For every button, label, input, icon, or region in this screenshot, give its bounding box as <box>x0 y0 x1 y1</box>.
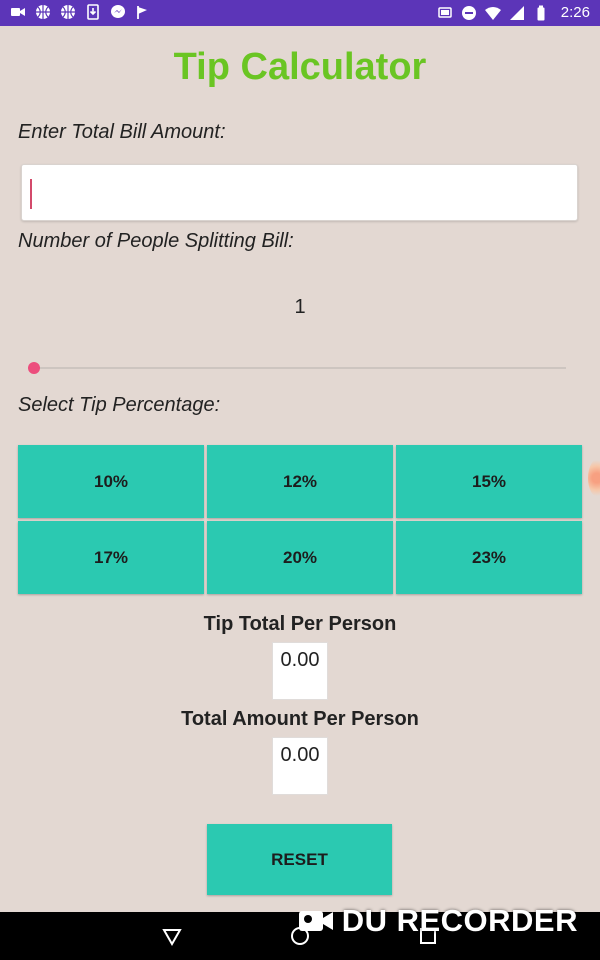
people-label: Number of People Splitting Bill: <box>18 230 294 252</box>
basketball-icon <box>61 5 75 19</box>
battery-icon <box>537 5 545 20</box>
tip-15-button[interactable]: 15% <box>396 445 582 518</box>
messenger-icon <box>111 5 125 18</box>
app-title: Tip Calculator <box>173 46 427 88</box>
do-not-disturb-icon <box>461 5 476 20</box>
basketball-icon <box>36 5 50 19</box>
status-time: 2:26 <box>560 4 590 21</box>
tip-20-button[interactable]: 20% <box>207 521 393 594</box>
people-slider-thumb[interactable] <box>28 362 40 374</box>
total-per-person-value: 0.00 <box>272 737 328 795</box>
bill-amount-input[interactable] <box>21 164 578 221</box>
people-count: 1 <box>294 296 306 318</box>
signal-icon <box>509 5 524 20</box>
video-camera-icon <box>11 8 25 16</box>
status-bar: 2:26 <box>0 0 600 26</box>
bill-amount-label: Enter Total Bill Amount: <box>18 121 226 143</box>
people-slider[interactable] <box>34 367 566 369</box>
reset-button[interactable]: RESET <box>207 824 392 895</box>
flag-icon <box>137 6 147 19</box>
cast-icon <box>438 6 452 18</box>
download-icon <box>87 4 99 20</box>
tip-12-button[interactable]: 12% <box>207 445 393 518</box>
edge-overscroll-indicator <box>588 458 600 498</box>
back-icon[interactable] <box>160 924 184 948</box>
text-cursor <box>30 179 32 209</box>
tip-button-grid: 10% 12% 15% 17% 20% 23% <box>18 445 582 594</box>
notification-icons <box>10 4 151 20</box>
tip-percentage-label: Select Tip Percentage: <box>18 394 221 416</box>
recorder-watermark: DU RECORDER <box>298 903 578 939</box>
camera-icon <box>298 911 333 931</box>
tip-per-person-value: 0.00 <box>272 642 328 700</box>
tip-23-button[interactable]: 23% <box>396 521 582 594</box>
wifi-icon <box>484 6 501 20</box>
total-per-person-label: Total Amount Per Person <box>181 708 419 730</box>
watermark-text: DU RECORDER <box>341 903 578 938</box>
system-icons: 2:26 <box>437 4 590 21</box>
tip-17-button[interactable]: 17% <box>18 521 204 594</box>
tip-10-button[interactable]: 10% <box>18 445 204 518</box>
tip-per-person-label: Tip Total Per Person <box>203 613 397 635</box>
